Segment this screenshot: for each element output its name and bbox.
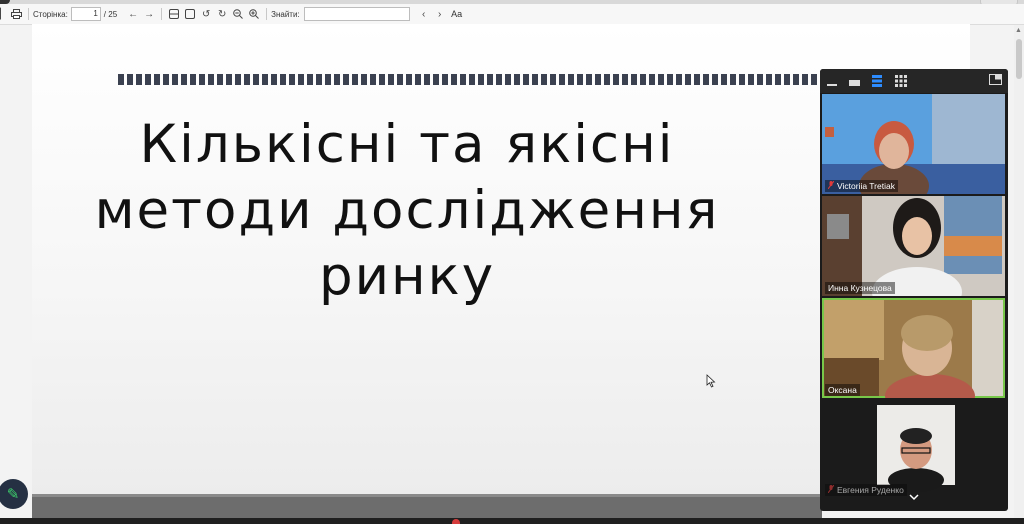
- gallery-view-icon[interactable]: [895, 75, 907, 87]
- minimize-video-icon[interactable]: [827, 75, 837, 87]
- taskbar-strip: [0, 518, 1024, 524]
- next-page-icon[interactable]: →: [141, 6, 157, 22]
- find-label: Знайти:: [271, 9, 300, 19]
- find-prev-icon[interactable]: ‹: [416, 6, 432, 22]
- vertical-scrollbar[interactable]: ▲: [1014, 25, 1024, 524]
- slide-decorative-stripe: [118, 74, 918, 85]
- exit-minimized-icon[interactable]: [989, 74, 1002, 86]
- rotate-left-icon[interactable]: ↺: [198, 6, 214, 22]
- find-input[interactable]: [303, 7, 410, 21]
- pencil-icon: ✎: [6, 486, 20, 503]
- participant-name-tag: Victoriia Tretiak: [825, 180, 898, 192]
- mic-muted-icon: [827, 484, 835, 494]
- pdf-toolbar: ▏ Сторінка: 1 / 25 ← → ↺ ↻ Знайти: ‹ › A…: [0, 4, 1024, 25]
- annotate-pencil-button[interactable]: ✎: [0, 479, 28, 509]
- participant-video: [822, 196, 1005, 296]
- taskbar-app-icon[interactable]: [452, 519, 460, 524]
- toolbar-divider: [28, 8, 29, 20]
- slide-footer-band: [32, 494, 822, 518]
- participant-name-tag: Евгения Руденко: [825, 484, 907, 496]
- page-number-input[interactable]: 1: [70, 7, 101, 21]
- zoom-out-icon[interactable]: [230, 6, 246, 22]
- sidebar-toggle-icon[interactable]: ▏: [0, 6, 8, 22]
- rotate-right-icon[interactable]: ↻: [214, 6, 230, 22]
- find-next-icon[interactable]: ›: [432, 6, 448, 22]
- participant-name-tag: Инна Кузнецова: [825, 282, 895, 294]
- participant-video-tile[interactable]: Евгения Руденко: [822, 400, 1005, 500]
- strip-view-icon[interactable]: [872, 75, 882, 87]
- participant-video: [824, 300, 1003, 398]
- prev-page-icon[interactable]: ←: [125, 6, 141, 22]
- participant-name-tag: Оксана: [825, 384, 860, 396]
- print-icon[interactable]: [8, 6, 24, 22]
- mouse-cursor-icon: [706, 374, 716, 388]
- slide-title-line: Кількісні та якісні: [139, 114, 675, 175]
- participant-video-tile[interactable]: Оксана: [822, 298, 1005, 398]
- participant-video: [822, 94, 1005, 194]
- participant-video-tile[interactable]: Инна Кузнецова: [822, 196, 1005, 296]
- mic-muted-icon: [827, 180, 835, 190]
- scroll-thumb[interactable]: [1016, 39, 1022, 79]
- fit-width-icon[interactable]: [166, 6, 182, 22]
- scroll-up-icon[interactable]: ▲: [1015, 27, 1022, 34]
- page-label: Сторінка:: [33, 9, 68, 19]
- zoom-in-icon[interactable]: [246, 6, 262, 22]
- speaker-view-icon[interactable]: [849, 75, 860, 87]
- slide-title-line: методи дослідження: [94, 180, 720, 241]
- slide-title-line: ринку: [318, 246, 496, 307]
- page-total: / 25: [103, 9, 118, 19]
- text-size-icon[interactable]: Aa: [448, 6, 466, 22]
- toolbar-divider: [266, 8, 268, 20]
- video-panel-header: [820, 69, 1008, 93]
- chevron-down-icon[interactable]: [906, 493, 922, 505]
- fit-page-icon[interactable]: [182, 6, 198, 22]
- video-gallery-panel: Victoriia Tretiak Инна Кузнецова Оксана: [820, 69, 1008, 511]
- toolbar-divider: [161, 8, 163, 20]
- participant-video-tile[interactable]: Victoriia Tretiak: [822, 94, 1005, 194]
- slide-title: Кількісні та якісні методи дослідження р…: [32, 112, 782, 310]
